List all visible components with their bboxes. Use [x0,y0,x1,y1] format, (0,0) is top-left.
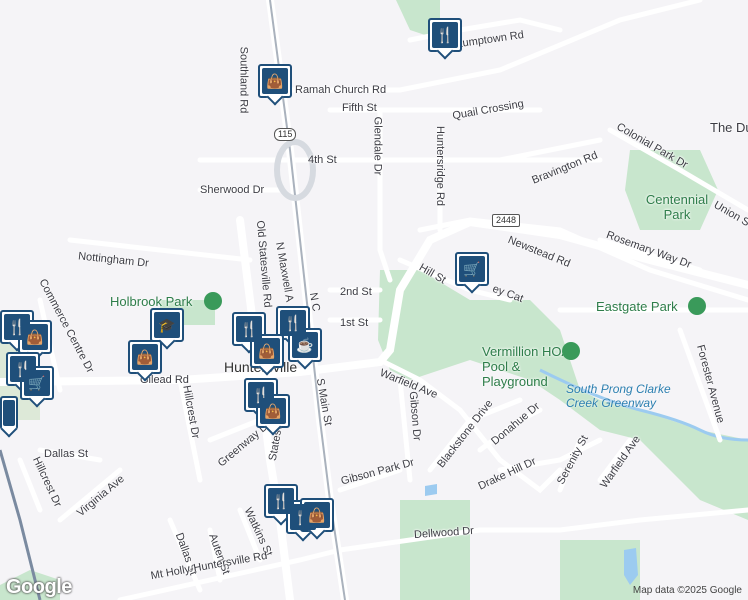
park-area [400,500,470,600]
place-label: The Du [710,120,748,135]
shopping-bag-icon: 👜 [266,72,284,89]
grocery-pin[interactable]: 🛒 [455,252,489,286]
map-attribution[interactable]: Map data ©2025 Google [633,585,742,596]
road-label: Glendale Dr [371,116,384,176]
shopping-pin[interactable]: 👜 [256,394,290,428]
park-label-holbrook[interactable]: Holbrook Park [110,294,192,309]
shopping-bag-icon: 👜 [308,506,326,523]
park-icon [204,292,222,310]
shopping-bag-icon: 👜 [258,342,276,359]
shopping-cart-icon: 🛒 [28,374,46,391]
road-label: 1st St [340,317,369,329]
grocery-pin[interactable]: 🛒 [20,366,54,400]
cafe-pin[interactable]: ☕ [288,328,322,362]
water-label: South Prong Clarke Creek Greenway [566,382,671,410]
park-label-eastgate[interactable]: Eastgate Park [596,299,678,314]
restaurant-icon: 🍴 [283,315,303,332]
road-label: 4th St [308,154,337,166]
shopping-pin[interactable]: 👜 [258,64,292,98]
shopping-pin[interactable]: 👜 [18,320,52,354]
highway-shield: 115 [274,128,297,141]
water-body [425,484,437,496]
shopping-pin[interactable]: 👜 [250,334,284,368]
shopping-pin[interactable]: 👜 [300,498,334,532]
road-label: Southland Rd [237,46,250,114]
google-logo: Google [6,576,72,598]
shopping-bag-icon: 👜 [136,348,154,365]
park-label-centennial[interactable]: Centennial Park [642,192,712,222]
road-label: Ramah Church Rd [295,84,387,96]
shopping-bag-icon: 👜 [264,402,282,419]
park-icon [688,297,706,315]
restaurant-icon: 🍴 [435,27,455,44]
road-label: Fifth St [342,102,377,114]
school-icon: 🎓 [158,316,176,333]
school-pin[interactable]: 🎓 [150,308,184,342]
road-label: Huntersridge Rd [434,125,447,207]
coffee-icon: ☕ [296,336,314,353]
road-label: Sherwood Dr [200,184,265,196]
shopping-cart-icon: 🛒 [463,260,481,277]
road-label: 2nd St [340,286,372,298]
road-label: Dallas St [44,448,89,460]
park-icon [562,342,580,360]
route-shield: 2448 [492,214,521,227]
restaurant-icon: 🍴 [239,321,259,338]
shopping-pin[interactable]: 👜 [128,340,162,374]
restaurant-icon: 🍴 [271,493,291,510]
shopping-pin[interactable] [0,396,18,430]
shopping-bag-icon: 👜 [26,328,44,345]
restaurant-pin[interactable]: 🍴 [428,18,462,52]
